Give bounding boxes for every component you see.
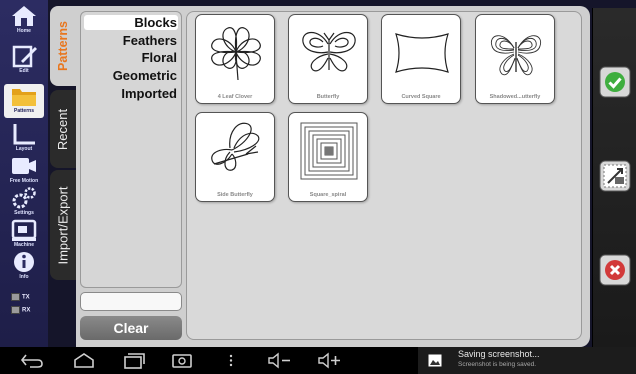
curved-square-pattern-icon bbox=[395, 33, 449, 73]
nav-label-edit: Edit bbox=[19, 68, 29, 74]
pattern-tile-curved-square[interactable]: Curved Square bbox=[381, 14, 461, 104]
pattern-name: Side Butterfly bbox=[217, 192, 253, 198]
pattern-tile-side-butterfly[interactable]: Side Butterfly bbox=[195, 112, 275, 202]
category-feathers[interactable]: Feathers bbox=[123, 34, 177, 48]
nav-item-settings[interactable]: Settings bbox=[4, 186, 44, 217]
check-icon bbox=[599, 66, 631, 98]
nav-label-layout: Layout bbox=[15, 146, 33, 152]
tab-import-export-label: Import/Export bbox=[55, 185, 71, 265]
pattern-tile-butterfly[interactable]: Butterfly bbox=[288, 14, 368, 104]
tx-label: TX bbox=[22, 294, 30, 301]
pattern-tile-4-leaf-clover[interactable]: 4 Leaf Clover bbox=[195, 14, 275, 104]
pattern-grid: 4 Leaf Clover Butterfly Curved Square Sh… bbox=[186, 11, 582, 340]
tx-indicator: TX bbox=[11, 293, 41, 304]
patterns-folder-icon bbox=[12, 89, 36, 106]
butterfly-pattern-icon bbox=[302, 31, 356, 72]
pattern-name: Square_spiral bbox=[309, 192, 347, 198]
image-icon bbox=[428, 354, 442, 367]
settings-icon bbox=[12, 187, 36, 209]
info-icon bbox=[14, 252, 34, 272]
free-motion-icon bbox=[12, 158, 36, 174]
nav-item-info[interactable]: Info bbox=[4, 250, 44, 281]
category-list: Blocks Feathers Floral Geometric Importe… bbox=[80, 11, 182, 288]
notification-subtitle: Screenshot is being saved. bbox=[458, 361, 537, 368]
side-butterfly-pattern-icon bbox=[211, 122, 260, 171]
search-input[interactable] bbox=[80, 292, 182, 311]
nav-label-settings: Settings bbox=[14, 210, 34, 216]
nav-label-info: Info bbox=[19, 274, 29, 280]
pattern-name: Curved Square bbox=[401, 94, 441, 100]
tab-recent-label: Recent bbox=[55, 108, 71, 150]
system-nav-bar: Saving screenshot... Screenshot is being… bbox=[0, 347, 636, 374]
app-window: Home Edit Patterns Layout Free Motion Se… bbox=[0, 0, 636, 374]
tab-recent[interactable]: Recent bbox=[50, 90, 76, 168]
category-geometric[interactable]: Geometric bbox=[113, 69, 177, 83]
menu-icon[interactable] bbox=[224, 352, 238, 369]
clear-button-label: Clear bbox=[113, 320, 149, 336]
nav-label-machine: Machine bbox=[13, 242, 34, 248]
pattern-name: Shadowed...utterfly bbox=[489, 94, 541, 100]
recent-apps-icon[interactable] bbox=[122, 352, 146, 369]
back-icon[interactable] bbox=[20, 352, 44, 369]
tx-led-icon bbox=[11, 293, 20, 301]
left-nav: Home Edit Patterns Layout Free Motion Se… bbox=[0, 0, 48, 347]
rx-label: RX bbox=[22, 307, 31, 314]
confirm-button[interactable] bbox=[599, 66, 631, 98]
clover-pattern-icon bbox=[211, 27, 261, 81]
square-spiral-pattern-icon bbox=[300, 122, 358, 180]
clear-button[interactable]: Clear bbox=[80, 316, 182, 340]
shadowed-butterfly-pattern-icon bbox=[490, 35, 542, 76]
category-imported[interactable]: Imported bbox=[121, 87, 177, 101]
tab-patterns-label: Patterns bbox=[56, 20, 70, 72]
home-nav-icon[interactable] bbox=[72, 352, 96, 369]
resize-icon bbox=[599, 160, 631, 192]
layout-icon bbox=[13, 124, 35, 145]
nav-label-home: Home bbox=[17, 28, 31, 34]
category-blocks[interactable]: Blocks bbox=[134, 16, 177, 30]
tab-patterns[interactable]: Patterns bbox=[50, 6, 76, 86]
edit-icon bbox=[12, 45, 37, 68]
nav-label-patterns: Patterns bbox=[13, 108, 34, 114]
notification-title: Saving screenshot... bbox=[458, 349, 540, 359]
pattern-name: 4 Leaf Clover bbox=[217, 94, 253, 100]
nav-item-machine[interactable]: Machine bbox=[4, 218, 44, 249]
screenshot-notification[interactable]: Saving screenshot... Screenshot is being… bbox=[418, 347, 636, 374]
home-icon bbox=[12, 6, 36, 26]
volume-up-icon[interactable] bbox=[316, 352, 342, 369]
right-action-bar bbox=[592, 8, 636, 347]
pattern-tile-square-spiral[interactable]: Square_spiral bbox=[288, 112, 368, 202]
pattern-name: Butterfly bbox=[316, 94, 340, 100]
nav-label-free-motion: Free Motion bbox=[9, 178, 39, 184]
volume-down-icon[interactable] bbox=[266, 352, 292, 369]
nav-item-edit[interactable]: Edit bbox=[4, 44, 44, 75]
nav-item-layout[interactable]: Layout bbox=[4, 122, 44, 153]
screenshot-icon[interactable] bbox=[170, 352, 194, 369]
nav-item-free-motion[interactable]: Free Motion bbox=[4, 154, 44, 185]
cancel-button[interactable] bbox=[599, 254, 631, 286]
rx-indicator: RX bbox=[11, 306, 41, 317]
rx-led-icon bbox=[11, 306, 20, 314]
nav-item-home[interactable]: Home bbox=[4, 4, 44, 35]
nav-item-patterns[interactable]: Patterns bbox=[4, 84, 44, 118]
cancel-icon bbox=[599, 254, 631, 286]
machine-icon bbox=[11, 219, 37, 241]
tab-import-export[interactable]: Import/Export bbox=[50, 170, 76, 280]
pattern-tile-shadowed-butterfly[interactable]: Shadowed...utterfly bbox=[475, 14, 555, 104]
resize-button[interactable] bbox=[599, 160, 631, 192]
category-floral[interactable]: Floral bbox=[142, 51, 177, 65]
